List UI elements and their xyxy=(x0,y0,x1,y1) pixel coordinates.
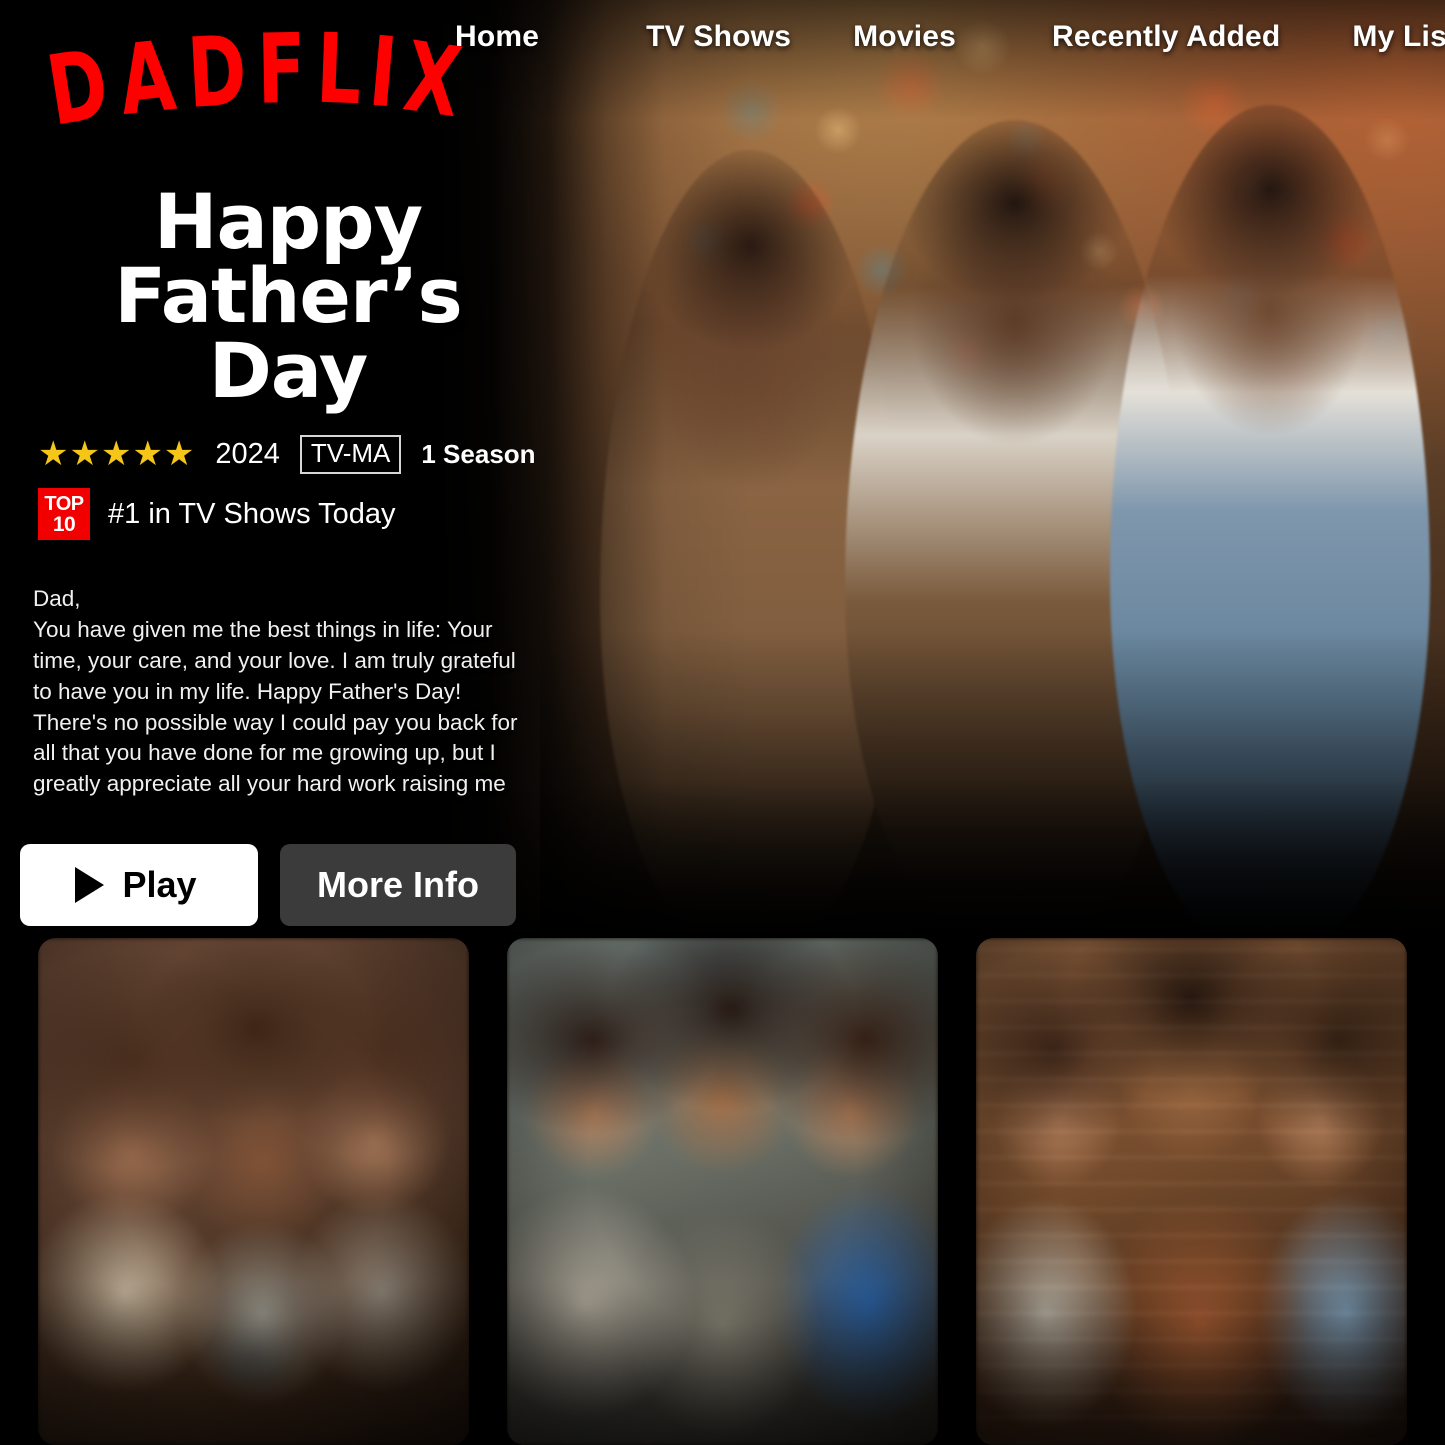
top10-rank-text: #1 in TV Shows Today xyxy=(108,497,396,530)
logo-letter: D xyxy=(184,15,248,131)
hero-banner: D A D F L I X Home TV Shows Movies Recen… xyxy=(0,0,1445,930)
thumbnail-vignette xyxy=(38,938,469,1445)
nav-item-tv-shows[interactable]: TV Shows xyxy=(646,20,791,54)
thumbnail-card[interactable] xyxy=(507,938,938,1445)
nav-item-movies[interactable]: Movies xyxy=(853,20,956,54)
logo-letter: L xyxy=(314,13,362,127)
page-title: Happy Father’s Day xyxy=(114,177,463,415)
top10-badge: TOP 10 xyxy=(38,488,90,541)
top10-badge-bottom-text: 10 xyxy=(52,512,76,536)
metadata-row: ★★★★★ 2024 TV-MA 1 Season xyxy=(38,434,548,474)
nav-item-recently-added[interactable]: Recently Added xyxy=(1052,20,1280,54)
logo-letter: F xyxy=(256,13,306,127)
nav-item-home[interactable]: Home xyxy=(455,20,539,54)
more-info-button[interactable]: More Info xyxy=(280,844,516,927)
nav-item-my-list[interactable]: My List xyxy=(1352,20,1445,54)
hero-description: Dad, You have given me the best things i… xyxy=(33,586,518,797)
dadflix-logo[interactable]: D A D F L I X xyxy=(40,13,465,148)
thumbnail-vignette xyxy=(976,938,1407,1445)
thumbnail-card[interactable] xyxy=(976,938,1407,1445)
hero-action-buttons: Play More Info xyxy=(20,844,548,927)
star-rating: ★★★★★ xyxy=(38,435,196,474)
logo-letter: D xyxy=(40,28,115,149)
thumbnail-vignette xyxy=(507,938,938,1445)
logo-letter: A xyxy=(114,20,179,138)
play-triangle-icon xyxy=(75,867,105,904)
release-year: 2024 xyxy=(215,437,280,470)
thumbnail-card[interactable] xyxy=(38,938,469,1445)
thumbnail-row xyxy=(0,938,1445,1445)
maturity-rating-badge: TV-MA xyxy=(299,435,402,474)
play-button-label: Play xyxy=(122,864,197,906)
top10-badge-top-text: TOP xyxy=(44,492,84,515)
main-navigation: Home TV Shows Movies Recently Added My L… xyxy=(455,20,1445,54)
season-count: 1 Season xyxy=(421,438,536,469)
play-button[interactable]: Play xyxy=(20,844,258,927)
hero-content: Happy Father’s Day ★★★★★ 2024 TV-MA 1 Se… xyxy=(20,177,548,927)
more-info-button-label: More Info xyxy=(317,864,479,906)
top10-row: TOP 10 #1 in TV Shows Today xyxy=(38,488,548,541)
